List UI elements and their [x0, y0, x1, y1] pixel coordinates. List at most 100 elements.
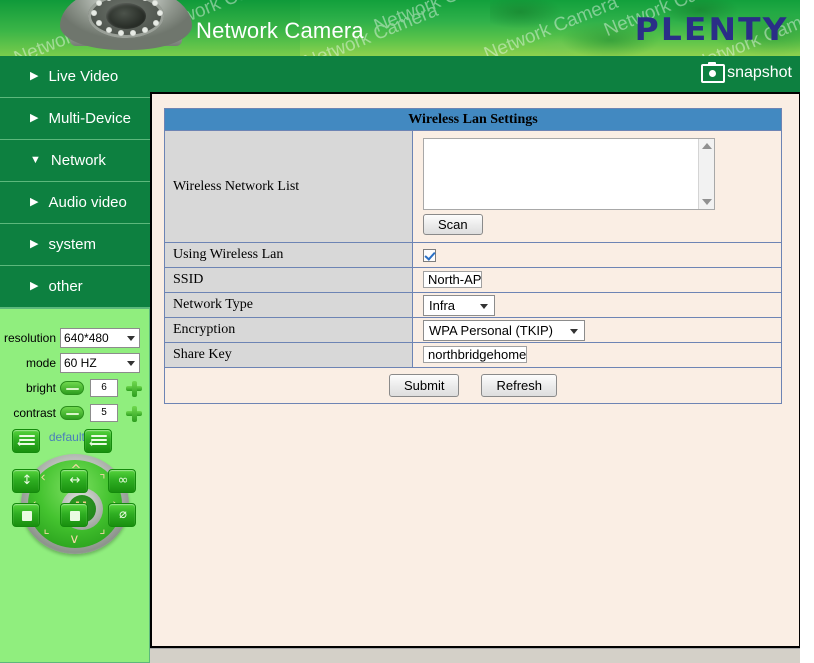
encryption-value: WPA Personal (TKIP) — [429, 322, 554, 338]
mode-value: 60 HZ — [64, 356, 97, 370]
preset-set-button[interactable]: ← — [12, 429, 40, 453]
contrast-label: contrast — [13, 406, 56, 420]
camera-web-ui: Network Camera Network Camera Network Ca… — [0, 0, 814, 663]
encryption-cell: WPA Personal (TKIP) — [412, 317, 782, 343]
stop-square-icon — [22, 511, 32, 521]
table-row-share-key: Share Key northbridgehome — [164, 342, 782, 368]
chevron-right-icon: ▶ — [30, 112, 39, 124]
bright-increase-button[interactable] — [124, 379, 144, 397]
bright-value[interactable]: 6 — [90, 379, 118, 397]
ptz-button-grid: ← ← ↕ ↔ ∞ ⌀ — [12, 429, 140, 537]
network-type-label: Network Type — [164, 292, 413, 318]
sidebar-item-label: Live Video — [48, 68, 119, 85]
content-area: Wireless Lan Settings Wireless Network L… — [150, 92, 800, 648]
sidebar-item-network[interactable]: ▼ Network — [0, 140, 150, 182]
resolution-value: 640*480 — [64, 331, 109, 345]
wireless-network-listbox[interactable] — [423, 138, 715, 210]
mode-select[interactable]: 60 HZ — [60, 353, 140, 373]
sidebar-item-label: Multi-Device — [48, 110, 131, 127]
camera-controls-panel: resolution 640*480 mode 60 HZ bright 6 c… — [0, 308, 150, 663]
ssid-cell: North-AP — [412, 267, 782, 293]
snapshot-label: snapshot — [727, 64, 792, 81]
sidebar-item-multi-device[interactable]: ▶ Multi-Device — [0, 98, 150, 140]
ssid-input[interactable]: North-AP — [423, 271, 483, 288]
sidebar-item-label: other — [48, 278, 83, 295]
stop-vertical-button[interactable] — [12, 503, 40, 527]
contrast-increase-button[interactable] — [124, 404, 144, 422]
sidebar-item-audio-video[interactable]: ▶ Audio video — [0, 182, 150, 224]
bright-label: bright — [25, 381, 56, 395]
resolution-label: resolution — [3, 331, 56, 345]
stop-horizontal-button[interactable] — [60, 503, 88, 527]
using-wireless-lan-cell — [412, 242, 782, 268]
arrow-left-icon: ← — [17, 437, 27, 450]
resolution-row: resolution 640*480 — [0, 327, 149, 349]
ssid-label: SSID — [164, 267, 413, 293]
preset-call-button[interactable]: ← — [84, 429, 112, 453]
network-type-cell: Infra — [412, 292, 782, 318]
chevron-right-icon: ▶ — [30, 196, 39, 208]
io-toggle-button[interactable]: ⌀ — [108, 503, 136, 527]
arrow-left-icon: ← — [89, 437, 99, 450]
panel-title: Wireless Lan Settings — [164, 108, 782, 131]
chevron-right-icon: ▶ — [30, 238, 39, 250]
contrast-value[interactable]: 5 — [90, 404, 118, 422]
share-key-cell: northbridgehome — [412, 342, 782, 368]
table-row-using-wireless-lan: Using Wireless Lan — [164, 242, 782, 268]
contrast-decrease-button[interactable] — [60, 406, 84, 420]
stop-square-icon — [70, 511, 80, 521]
leftright-arrow-icon: ↔ — [69, 473, 81, 488]
sidebar-item-system[interactable]: ▶ system — [0, 224, 150, 266]
table-row-wireless-network-list: Wireless Network List Scan — [164, 130, 782, 243]
sidebar-item-label: Network — [50, 152, 106, 169]
contrast-row: contrast 5 — [0, 402, 149, 424]
scroll-down-icon[interactable] — [702, 199, 712, 205]
table-row-ssid: SSID North-AP — [164, 267, 782, 293]
form-actions: Submit Refresh — [164, 367, 782, 404]
page-title: Network Camera — [196, 18, 364, 43]
sidebar-item-other[interactable]: ▶ other — [0, 266, 150, 308]
vertical-patrol-button[interactable]: ↕ — [12, 469, 40, 493]
resolution-select[interactable]: 640*480 — [60, 328, 140, 348]
right-page-margin — [800, 0, 814, 663]
sidebar-item-live-video[interactable]: ▶ Live Video — [0, 56, 150, 98]
wireless-network-list-label: Wireless Network List — [164, 130, 413, 243]
refresh-button[interactable]: Refresh — [481, 374, 557, 397]
wireless-network-list-cell: Scan — [412, 130, 782, 243]
chevron-right-icon: ▶ — [30, 70, 39, 82]
table-row-network-type: Network Type Infra — [164, 292, 782, 318]
network-type-value: Infra — [429, 297, 456, 313]
brand-logo: PLENTY — [634, 12, 789, 48]
scroll-up-icon[interactable] — [702, 143, 712, 149]
sidebar-item-label: Audio video — [48, 194, 127, 211]
table-row-encryption: Encryption WPA Personal (TKIP) — [164, 317, 782, 343]
snapshot-button[interactable]: snapshot — [701, 61, 792, 85]
chevron-down-icon: ▼ — [30, 154, 41, 166]
infinite-patrol-button[interactable]: ∞ — [108, 469, 136, 493]
wireless-settings-table: Wireless Lan Settings Wireless Network L… — [164, 108, 782, 404]
encryption-label: Encryption — [164, 317, 413, 343]
encryption-select[interactable]: WPA Personal (TKIP) — [423, 319, 585, 341]
sidebar-item-label: system — [48, 236, 96, 253]
settings-container: Wireless Lan Settings Wireless Network L… — [152, 94, 799, 646]
share-key-input[interactable]: northbridgehome — [423, 346, 528, 363]
bright-row: bright 6 — [0, 377, 149, 399]
bottom-status-strip — [150, 648, 814, 663]
chevron-down-icon — [570, 328, 578, 334]
slashed-circle-icon: ⌀ — [119, 507, 127, 522]
listbox-scrollbar[interactable] — [698, 139, 714, 209]
horizontal-patrol-button[interactable]: ↔ — [60, 469, 88, 493]
network-type-select[interactable]: Infra — [423, 294, 495, 316]
using-wireless-lan-checkbox[interactable] — [423, 248, 436, 262]
infinity-icon: ∞ — [117, 473, 129, 488]
scan-button[interactable]: Scan — [423, 214, 483, 235]
submit-button[interactable]: Submit — [389, 374, 460, 397]
table-header-row: Wireless Lan Settings — [164, 108, 782, 131]
using-wireless-lan-label: Using Wireless Lan — [164, 242, 413, 268]
chevron-down-icon — [127, 361, 135, 366]
bright-decrease-button[interactable] — [60, 381, 84, 395]
camera-icon — [701, 61, 726, 83]
mode-row: mode 60 HZ — [0, 352, 149, 374]
dome-camera-icon — [60, 0, 192, 56]
table-row-actions: Submit Refresh — [164, 367, 782, 404]
